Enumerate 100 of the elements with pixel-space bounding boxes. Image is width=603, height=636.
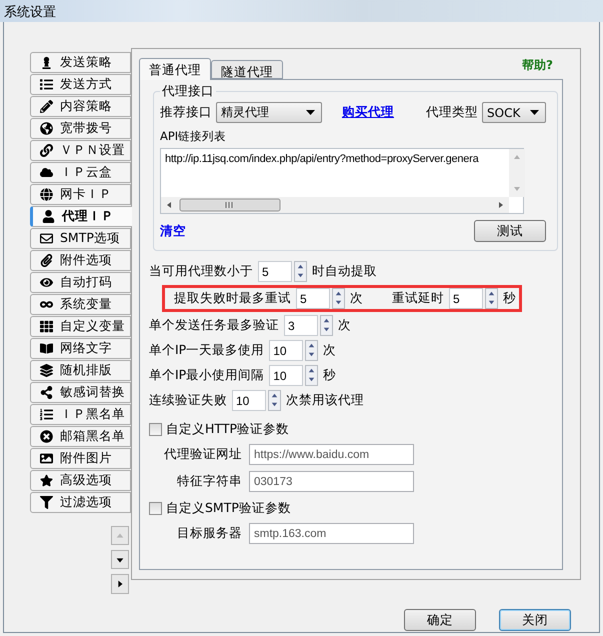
scroll-down-button[interactable] (111, 550, 129, 569)
globe-icon (40, 122, 53, 135)
setting-label: 次禁用该代理 (286, 392, 364, 409)
number-field[interactable]: 10 (232, 390, 266, 411)
sidebar-item[interactable]: 随机排版 (30, 360, 131, 381)
setting-label: 单个IP一天最多使用 (149, 342, 264, 359)
star-icon (40, 474, 53, 487)
caret-icon (306, 110, 315, 115)
person-icon (42, 210, 55, 223)
group-title: 代理接口 (161, 83, 215, 100)
field-label: 代理类型 (426, 104, 478, 121)
number-field[interactable]: 3 (284, 315, 318, 336)
cloud-icon (40, 166, 53, 179)
caret-icon (530, 110, 539, 115)
setting-label: 连续验证失败 (149, 392, 227, 409)
setting-label: 秒 (323, 367, 336, 384)
nodes-icon (40, 386, 53, 399)
dialog-button[interactable]: 关闭 (499, 609, 571, 631)
sidebar-item[interactable]: 内容策略 (30, 96, 131, 117)
setting-label: 次 (338, 317, 351, 334)
spin-buttons[interactable] (294, 261, 307, 282)
tab[interactable]: 隧道代理 (211, 60, 283, 79)
help-link[interactable]: 帮助? (522, 57, 553, 74)
buy-link[interactable]: 购买代理 (342, 104, 394, 121)
filter-icon (40, 496, 53, 509)
tab[interactable]: 普通代理 (139, 58, 211, 80)
pawn-icon (40, 56, 53, 69)
spin-buttons[interactable] (268, 390, 281, 411)
setting-label: 秒 (503, 290, 516, 307)
text-field[interactable]: 030173 (249, 471, 414, 492)
book-icon (40, 342, 53, 355)
sidebar-item[interactable]: 高级选项 (30, 470, 131, 491)
sidebar-item[interactable]: 发送方式 (30, 74, 131, 95)
dropdown[interactable]: SOCK (482, 102, 546, 123)
sidebar-item[interactable]: 网卡ＩＰ (30, 184, 131, 205)
sidebar-item[interactable]: 附件选项 (30, 250, 131, 271)
field-label: API链接列表 (160, 129, 228, 144)
number-field[interactable]: 5 (258, 261, 292, 282)
horizontal-scrollbar[interactable] (161, 197, 509, 213)
sidebar-item[interactable]: SMTP选项 (30, 228, 131, 249)
setting-label: 当可用代理数小于 (149, 263, 253, 280)
setting-label: 次 (350, 290, 363, 307)
setting-label: 次 (323, 342, 336, 359)
link-icon (40, 144, 53, 157)
list-icon (40, 78, 53, 91)
sidebar-item[interactable]: ＶＰＮ设置 (30, 140, 131, 161)
checkbox-label: 自定义SMTP验证参数 (166, 500, 291, 517)
sidebar-item[interactable]: 系统变量 (30, 294, 131, 315)
sidebar-item[interactable]: 宽带拨号 (30, 118, 131, 139)
spin-buttons[interactable] (320, 315, 333, 336)
number-field[interactable]: 10 (269, 365, 304, 386)
vertical-scrollbar[interactable] (509, 149, 525, 197)
eye-icon (40, 276, 53, 289)
grid-icon (40, 320, 53, 333)
globe-icon (40, 188, 53, 201)
pencil-icon (40, 100, 53, 113)
checkbox-label: 自定义HTTP验证参数 (166, 421, 289, 438)
clear-link[interactable]: 清空 (160, 222, 186, 240)
setting-label: 单个发送任务最多验证 (149, 317, 279, 334)
number-field[interactable]: 10 (269, 340, 304, 361)
setting-label: 提取失败时最多重试 (174, 290, 291, 307)
sidebar-item[interactable]: ＩＰ云盒 (30, 162, 131, 183)
text-field[interactable]: https://www.baidu.com (249, 444, 414, 465)
window-title: 系统设置 (0, 0, 603, 22)
number-field[interactable]: 5 (296, 288, 330, 309)
layers-icon (40, 364, 53, 377)
setting-label: 重试延时 (392, 290, 444, 307)
field-label: 目标服务器 (176, 525, 242, 542)
dropdown[interactable]: 精灵代理 (216, 102, 322, 123)
test-button[interactable]: 测试 (474, 220, 546, 242)
sidebar-item[interactable]: 代理ＩＰ (30, 206, 132, 227)
scroll-right-button[interactable] (111, 574, 129, 594)
sidebar-item[interactable]: 敏感词替换 (30, 382, 131, 403)
sidebar-item[interactable]: 邮箱黑名单 (30, 426, 131, 447)
field-label: 特征字符串 (176, 473, 242, 490)
sidebar-item[interactable]: 过滤选项 (30, 492, 131, 513)
sidebar-item[interactable]: 发送策略 (30, 52, 131, 73)
spin-buttons[interactable] (485, 288, 498, 309)
sidebar-item[interactable]: 附件图片 (30, 448, 131, 469)
text-field[interactable]: smtp.163.com (249, 523, 414, 544)
numbered-list-icon (40, 408, 53, 421)
sidebar-item[interactable]: 自定义变量 (30, 316, 131, 337)
field-label: 推荐接口 (160, 104, 212, 121)
setting-label: 单个IP最小使用间隔 (149, 367, 264, 384)
dialog-button[interactable]: 确定 (404, 609, 476, 631)
sidebar-item[interactable]: 网络文字 (30, 338, 131, 359)
field-label: 代理验证网址 (163, 446, 242, 463)
api-list-field[interactable]: http://ip.11jsq.com/index.php/api/entry?method=proxyServer.genera (160, 148, 524, 214)
checkbox[interactable] (149, 502, 162, 515)
image-icon (40, 452, 53, 465)
spin-buttons[interactable] (332, 288, 345, 309)
spin-buttons[interactable] (305, 365, 318, 386)
paperclip-icon (40, 254, 53, 267)
number-field[interactable]: 5 (449, 288, 483, 309)
spin-buttons[interactable] (305, 340, 318, 361)
checkbox[interactable] (149, 423, 162, 436)
envelope-icon (40, 232, 53, 245)
sidebar-item[interactable]: 自动打码 (30, 272, 131, 293)
sidebar-item[interactable]: ＩＰ黑名单 (30, 404, 131, 425)
setting-label: 时自动提取 (312, 263, 377, 280)
